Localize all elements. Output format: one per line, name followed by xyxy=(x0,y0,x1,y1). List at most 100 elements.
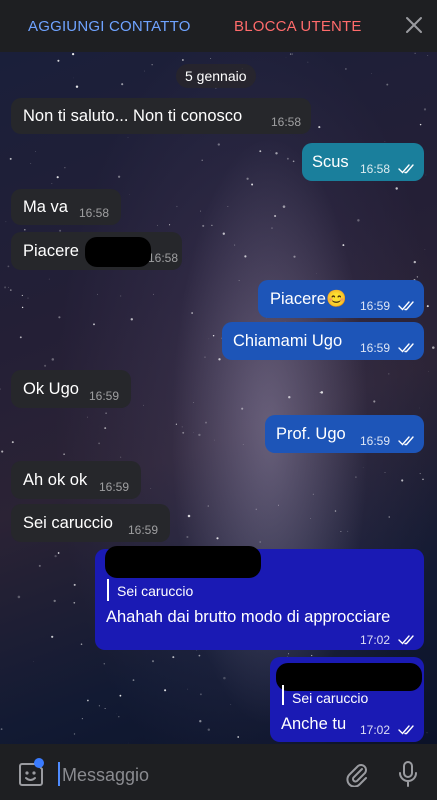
star xyxy=(11,441,14,444)
star xyxy=(210,58,212,59)
message-time: 17:02 xyxy=(360,633,391,647)
star xyxy=(216,537,219,540)
star xyxy=(201,159,203,162)
star xyxy=(242,444,244,445)
message-bubble-incoming[interactable]: Piacere 16:58 xyxy=(11,232,182,270)
star xyxy=(73,601,76,604)
star xyxy=(255,508,258,511)
star xyxy=(103,663,106,665)
star xyxy=(153,293,154,295)
star xyxy=(207,505,210,507)
star xyxy=(156,224,158,226)
message-bubble-incoming[interactable]: Ah ok ok 16:59 xyxy=(11,461,141,499)
star xyxy=(63,453,65,455)
message-time: 16:59 xyxy=(360,341,391,355)
star xyxy=(307,61,309,63)
star xyxy=(217,143,220,146)
star xyxy=(200,210,202,212)
star xyxy=(75,85,79,88)
star xyxy=(172,656,175,659)
message-bubble-outgoing-reply[interactable]: Sei caruccio Anche tu 17:02 xyxy=(270,657,424,742)
star xyxy=(345,68,347,70)
message-bubble-incoming[interactable]: Sei caruccio 16:59 xyxy=(11,504,170,542)
star xyxy=(48,278,50,280)
star xyxy=(312,493,314,495)
star xyxy=(8,286,9,288)
redaction-mark xyxy=(276,663,422,691)
reply-quote-text[interactable]: Sei caruccio xyxy=(292,690,368,706)
message-time: 16:59 xyxy=(360,299,391,313)
message-time: 16:58 xyxy=(360,162,391,176)
message-time: 16:58 xyxy=(271,115,302,129)
star xyxy=(251,183,254,186)
star xyxy=(118,716,120,718)
message-text: Scus xyxy=(312,153,349,171)
star xyxy=(86,416,89,418)
star xyxy=(182,431,185,434)
star xyxy=(98,705,100,707)
star xyxy=(395,187,398,190)
block-user-button[interactable]: BLOCCA UTENTE xyxy=(234,18,362,35)
message-text: Piacere😊 xyxy=(270,290,347,308)
star xyxy=(288,396,291,399)
message-text: Prof. Ugo xyxy=(276,425,346,443)
message-text: Ok Ugo xyxy=(23,380,79,398)
star xyxy=(426,732,428,734)
star xyxy=(73,733,76,735)
star xyxy=(357,219,360,222)
star xyxy=(71,52,75,56)
star xyxy=(230,704,232,705)
message-time: 16:58 xyxy=(148,251,179,265)
star xyxy=(213,439,215,441)
star xyxy=(288,653,290,655)
message-bubble-incoming[interactable]: Ma va 16:58 xyxy=(11,189,121,225)
star xyxy=(81,718,83,720)
star xyxy=(198,433,201,437)
close-icon[interactable] xyxy=(403,14,425,36)
reply-quote-bar xyxy=(107,579,109,601)
star xyxy=(33,661,34,662)
star xyxy=(212,334,215,337)
message-bubble-outgoing[interactable]: Piacere😊 16:59 xyxy=(258,280,424,318)
star xyxy=(320,391,324,394)
star xyxy=(432,346,435,349)
star xyxy=(202,224,205,227)
message-bubble-outgoing[interactable]: Chiamami Ugo 16:59 xyxy=(222,322,424,360)
star xyxy=(44,364,47,367)
star xyxy=(347,530,349,532)
star xyxy=(205,421,207,424)
add-contact-button[interactable]: AGGIUNGI CONTATTO xyxy=(28,18,191,35)
message-bubble-outgoing[interactable]: Prof. Ugo 16:59 xyxy=(265,415,424,453)
star xyxy=(98,442,100,445)
reply-quote-text[interactable]: Sei caruccio xyxy=(117,583,193,599)
star xyxy=(289,53,292,55)
star xyxy=(282,205,286,208)
star xyxy=(237,736,240,738)
star xyxy=(204,356,206,358)
paperclip-icon[interactable] xyxy=(344,761,370,787)
message-input[interactable] xyxy=(60,760,324,790)
star xyxy=(241,407,244,410)
star xyxy=(164,689,167,692)
star xyxy=(51,635,54,638)
star xyxy=(97,293,98,295)
star xyxy=(120,295,122,297)
star xyxy=(222,232,225,235)
microphone-icon[interactable] xyxy=(397,760,419,788)
star xyxy=(419,123,422,126)
star xyxy=(27,297,29,299)
star xyxy=(24,228,26,231)
star xyxy=(117,175,121,178)
star xyxy=(384,141,386,142)
star xyxy=(187,688,189,690)
message-time: 16:58 xyxy=(79,206,110,220)
message-bubble-outgoing[interactable]: Scus 16:58 xyxy=(302,143,424,181)
message-bubble-incoming[interactable]: Non ti saluto... Non ti conosco 16:58 xyxy=(11,98,311,134)
star xyxy=(386,83,389,86)
star xyxy=(4,286,7,289)
star xyxy=(293,255,296,258)
star xyxy=(150,488,152,489)
star xyxy=(199,720,202,723)
message-bubble-incoming[interactable]: Ok Ugo 16:59 xyxy=(11,370,131,408)
message-bubble-outgoing-reply[interactable]: Sei caruccio Ahahah dai brutto modo di a… xyxy=(95,546,424,650)
